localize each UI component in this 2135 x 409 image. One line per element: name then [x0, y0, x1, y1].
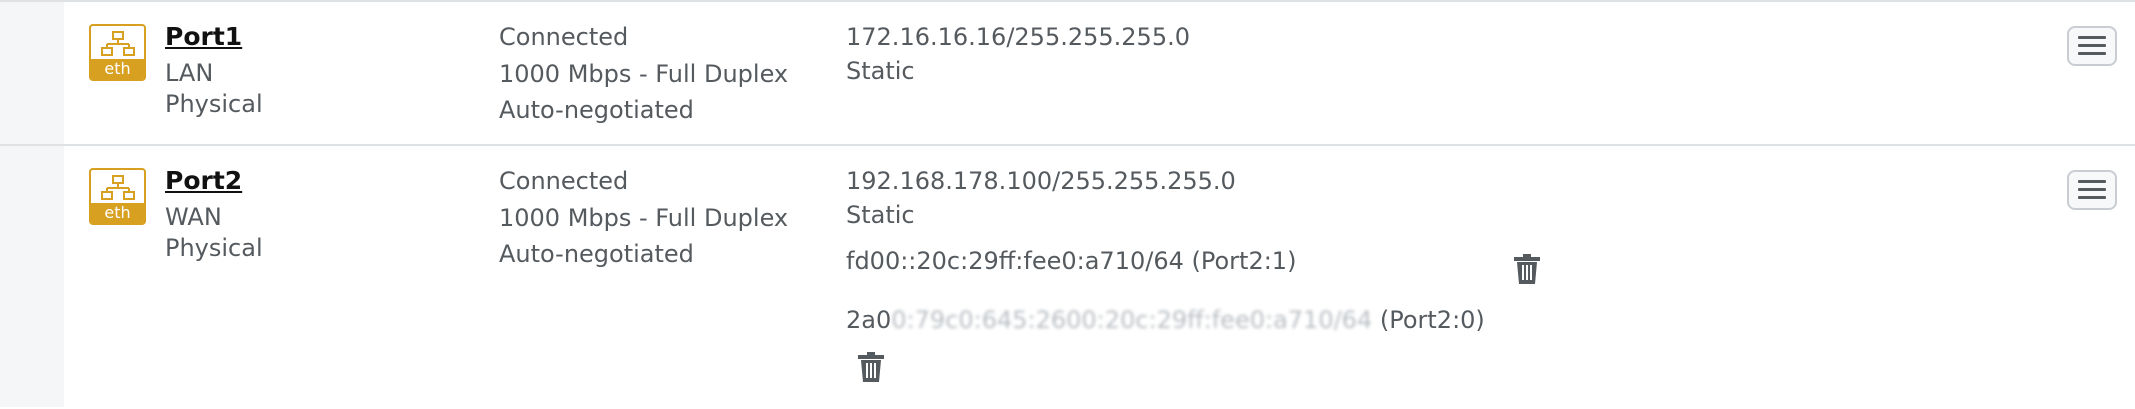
- negotiation-mode: Auto-negotiated: [499, 240, 694, 268]
- delete-trash-icon[interactable]: [857, 351, 885, 387]
- hamburger-icon-bar: [2078, 52, 2106, 55]
- interface-row-port2: eth Port2 WAN Physical Connected 1000 Mb…: [0, 144, 2135, 409]
- port-name-link[interactable]: Port1: [165, 22, 242, 51]
- link-speed: 1000 Mbps - Full Duplex: [499, 204, 789, 232]
- eth-label: eth: [91, 203, 144, 223]
- interface-row-port1: eth Port1 LAN Physical Connected 1000 Mb…: [0, 0, 2135, 146]
- hamburger-icon: [2078, 180, 2106, 183]
- hamburger-icon-bar: [2078, 44, 2106, 47]
- ipv4-mode: Static: [846, 57, 915, 85]
- negotiation-mode: Auto-negotiated: [499, 96, 694, 124]
- port-name-link[interactable]: Port2: [165, 166, 242, 195]
- zone-label: LAN: [165, 59, 214, 87]
- ipv6-address: fd00::20c:29ff:fee0:a710/64: [846, 247, 1184, 275]
- ipv6-alias: (Port2:0): [1379, 306, 1485, 334]
- type-label: Physical: [165, 234, 263, 262]
- network-tree-icon: [101, 31, 135, 56]
- ethernet-icon: eth: [89, 168, 146, 225]
- link-speed: 1000 Mbps - Full Duplex: [499, 60, 789, 88]
- ipv6-address-redacted: 0:79c0:645:2600:20c:29ff:fee0:a710/64: [891, 306, 1373, 334]
- ipv4-mode: Static: [846, 201, 915, 229]
- ipv6-address-prefix: 2a0: [846, 306, 892, 334]
- ipv4-address: 172.16.16.16/255.255.255.0: [846, 23, 1190, 51]
- zone-label: WAN: [165, 203, 222, 231]
- network-tree-icon: [101, 175, 135, 200]
- ipv4-address: 192.168.178.100/255.255.255.0: [846, 167, 1236, 195]
- type-label: Physical: [165, 90, 263, 118]
- hamburger-icon-bar: [2078, 196, 2106, 199]
- connection-status: Connected: [499, 167, 629, 195]
- row-menu-button[interactable]: [2067, 26, 2117, 66]
- ipv6-address-row: fd00::20c:29ff:fee0:a710/64 (Port2:1): [846, 247, 1296, 275]
- connection-status: Connected: [499, 23, 629, 51]
- eth-label: eth: [91, 59, 144, 79]
- hamburger-icon-bar: [2078, 188, 2106, 191]
- ipv6-address-row: 2a00:79c0:645:2600:20c:29ff:fee0:a710/64…: [846, 306, 1485, 334]
- hamburger-icon: [2078, 36, 2106, 39]
- ethernet-icon: eth: [89, 24, 146, 81]
- ipv6-alias: (Port2:1): [1191, 247, 1297, 275]
- row-menu-button[interactable]: [2067, 170, 2117, 210]
- delete-trash-icon[interactable]: [1513, 253, 1541, 289]
